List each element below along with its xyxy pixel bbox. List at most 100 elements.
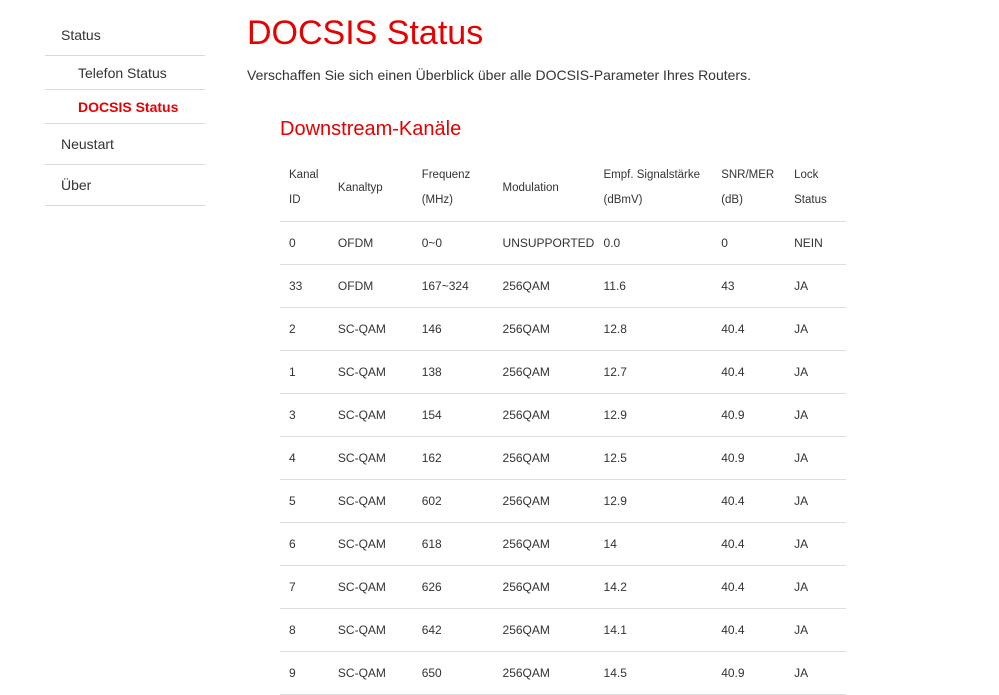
header-line: Lock [794,169,819,181]
cell-kanal-id: 5 [280,479,329,523]
column-header-frequenz: Frequenz (MHz) [412,155,494,222]
cell-lock-status: JA [785,264,846,308]
header-line: Kanal [289,169,319,181]
cell-kanaltyp: SC-QAM [328,479,413,523]
cell-modulation: 256QAM [493,479,595,523]
cell-modulation: 256QAM [493,307,595,351]
table-row: 4 SC-QAM 162 256QAM 12.5 40.9 JA [280,436,846,480]
cell-signalstaerke: 11.6 [594,264,713,308]
cell-frequenz: 602 [412,479,494,523]
header-line: ID [289,194,301,206]
column-header-modulation: Modulation [493,155,595,222]
cell-kanal-id: 33 [280,264,329,308]
cell-kanaltyp: SC-QAM [328,436,413,480]
cell-frequenz: 167~324 [412,264,494,308]
column-header-signalstaerke: Empf. Signalstärke (dBmV) [594,155,713,222]
cell-lock-status: JA [785,350,846,394]
cell-kanal-id: 6 [280,522,329,566]
header-line: (dBmV) [603,194,643,206]
table-row: 5 SC-QAM 602 256QAM 12.9 40.4 JA [280,479,846,523]
page-description: Verschaffen Sie sich einen Überblick übe… [247,67,751,83]
cell-frequenz: 642 [412,608,494,652]
cell-snr-mer: 40.4 [712,522,786,566]
header-line: SNR/MER [721,169,775,181]
cell-frequenz: 618 [412,522,494,566]
cell-signalstaerke: 12.8 [594,307,713,351]
cell-snr-mer: 40.4 [712,608,786,652]
cell-kanal-id: 9 [280,651,329,695]
cell-snr-mer: 40.9 [712,393,786,437]
cell-snr-mer: 40.9 [712,436,786,480]
header-line: Empf. Signalstärke [603,169,701,181]
table-row: 6 SC-QAM 618 256QAM 14 40.4 JA [280,522,846,566]
cell-modulation: UNSUPPORTED [493,221,595,265]
cell-signalstaerke: 14.5 [594,651,713,695]
cell-frequenz: 162 [412,436,494,480]
downstream-table-body: 0 OFDM 0~0 UNSUPPORTED 0.0 0 NEIN 33 OFDM 167~324… [280,221,846,695]
table-row: 33 OFDM 167~324 256QAM 11.6 43 JA [280,264,846,308]
cell-modulation: 256QAM [493,264,595,308]
cell-modulation: 256QAM [493,350,595,394]
cell-kanaltyp: SC-QAM [328,651,413,695]
table-row: 3 SC-QAM 154 256QAM 12.9 40.9 JA [280,393,846,437]
cell-lock-status: JA [785,393,846,437]
cell-snr-mer: 40.4 [712,307,786,351]
sidebar-item-status[interactable]: Status [45,15,205,56]
cell-signalstaerke: 12.9 [594,393,713,437]
table-header-row: Kanal ID Kanaltyp Frequenz (MHz) Modulat… [280,155,846,222]
column-header-kanaltyp: Kanaltyp [328,155,413,222]
cell-signalstaerke: 12.7 [594,350,713,394]
cell-lock-status: JA [785,651,846,695]
cell-kanaltyp: SC-QAM [328,522,413,566]
column-header-lock-status: Lock Status [785,155,846,222]
header-line: Frequenz [421,169,471,181]
cell-snr-mer: 40.9 [712,651,786,695]
cell-lock-status: JA [785,565,846,609]
table-row: 7 SC-QAM 626 256QAM 14.2 40.4 JA [280,565,846,609]
cell-snr-mer: 43 [712,264,786,308]
cell-modulation: 256QAM [493,522,595,566]
cell-snr-mer: 40.4 [712,479,786,523]
cell-kanaltyp: OFDM [328,221,413,265]
cell-modulation: 256QAM [493,393,595,437]
cell-frequenz: 0~0 [412,221,494,265]
cell-signalstaerke: 14.2 [594,565,713,609]
cell-kanaltyp: SC-QAM [328,393,413,437]
cell-frequenz: 146 [412,307,494,351]
cell-lock-status: JA [785,479,846,523]
cell-lock-status: JA [785,522,846,566]
table-row: 1 SC-QAM 138 256QAM 12.7 40.4 JA [280,350,846,394]
cell-kanal-id: 8 [280,608,329,652]
cell-frequenz: 138 [412,350,494,394]
table-row: 9 SC-QAM 650 256QAM 14.5 40.9 JA [280,651,846,695]
table-row: 0 OFDM 0~0 UNSUPPORTED 0.0 0 NEIN [280,221,846,265]
header-line: (dB) [721,194,743,206]
sidebar-item-ueber[interactable]: Über [45,165,205,206]
cell-lock-status: JA [785,436,846,480]
cell-kanaltyp: SC-QAM [328,608,413,652]
header-line: Kanaltyp [337,181,383,194]
cell-frequenz: 650 [412,651,494,695]
table-row: 2 SC-QAM 146 256QAM 12.8 40.4 JA [280,307,846,351]
cell-lock-status: JA [785,307,846,351]
header-line: Modulation [502,181,559,194]
sidebar-item-neustart[interactable]: Neustart [45,124,205,165]
sidebar-item-docsis-status[interactable]: DOCSIS Status [45,90,205,124]
cell-kanal-id: 1 [280,350,329,394]
cell-snr-mer: 40.4 [712,565,786,609]
cell-signalstaerke: 0.0 [594,221,713,265]
downstream-table: Kanal ID Kanaltyp Frequenz (MHz) Modulat… [280,155,846,695]
header-line: (MHz) [421,194,453,206]
sidebar-item-telefon-status[interactable]: Telefon Status [45,56,205,90]
cell-kanaltyp: SC-QAM [328,307,413,351]
cell-signalstaerke: 12.9 [594,479,713,523]
column-header-snr-mer: SNR/MER (dB) [712,155,786,222]
cell-modulation: 256QAM [493,651,595,695]
cell-kanal-id: 4 [280,436,329,480]
column-header-kanal-id: Kanal ID [280,155,329,222]
cell-frequenz: 626 [412,565,494,609]
cell-kanal-id: 2 [280,307,329,351]
cell-modulation: 256QAM [493,565,595,609]
cell-kanaltyp: OFDM [328,264,413,308]
table-row: 8 SC-QAM 642 256QAM 14.1 40.4 JA [280,608,846,652]
